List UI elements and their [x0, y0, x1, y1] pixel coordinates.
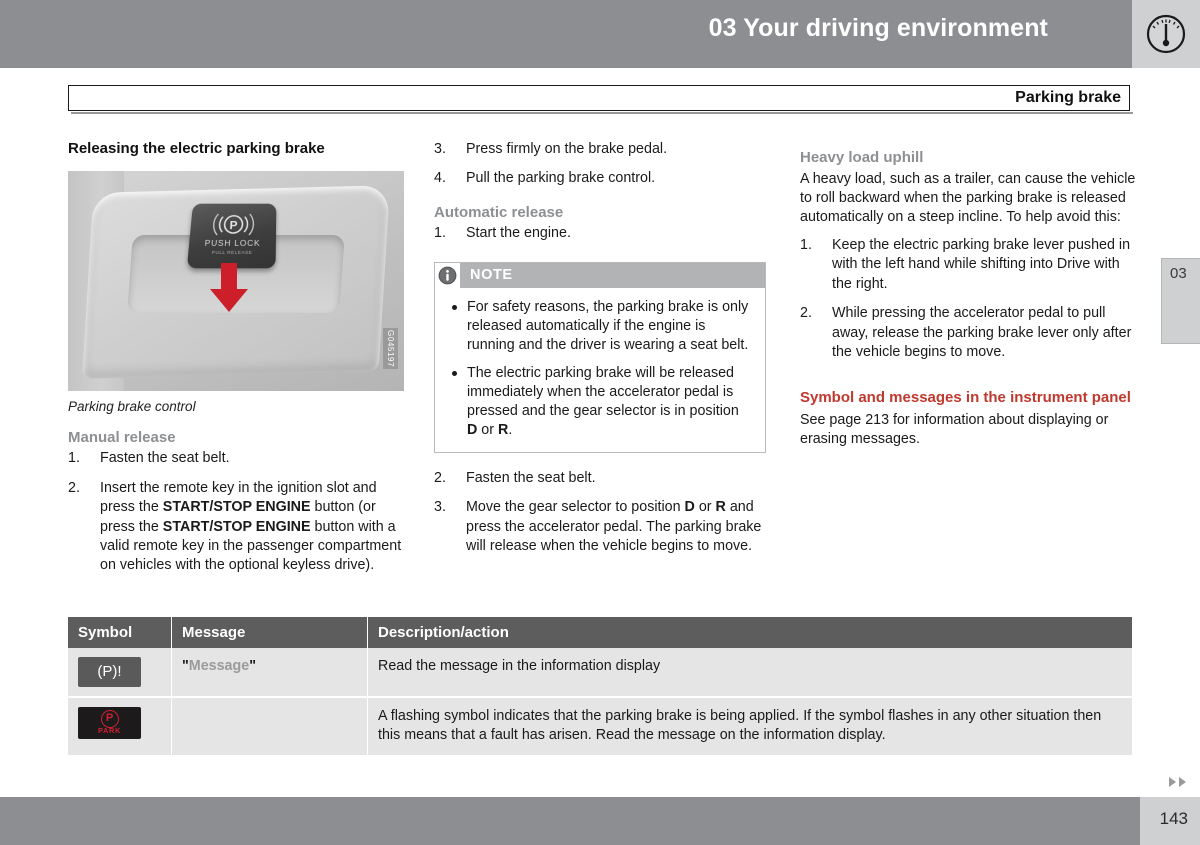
- list-item-text: Fasten the seat belt.: [100, 450, 230, 467]
- list-item-number: 2.: [68, 479, 80, 496]
- red-down-arrow-icon: [210, 262, 248, 312]
- triangle-right-icon: [1169, 777, 1176, 787]
- page-header: 03 Your driving environment: [0, 0, 1200, 68]
- footer-page-box: 143: [1140, 797, 1200, 845]
- manual-release-list: 1. Fasten the seat belt. 2. Insert the r…: [68, 449, 404, 576]
- table-cell-message: "Message": [171, 648, 368, 698]
- figure-image-id: G045197: [383, 327, 398, 369]
- list-item-number: 1.: [68, 450, 80, 467]
- list-item-number: 3.: [434, 141, 446, 157]
- quote-close: ": [249, 658, 256, 674]
- p-bang-symbol-icon: (P)!: [78, 657, 141, 687]
- quote-open: ": [182, 658, 189, 674]
- table-cell-symbol: (P)!: [68, 648, 172, 698]
- message-word: Message: [188, 658, 250, 674]
- table-cell-message: [171, 697, 368, 757]
- info-icon: [435, 262, 460, 288]
- note-bullet-text: For safety reasons, the parking brake is…: [467, 298, 749, 353]
- right-column: Heavy load uphill A heavy load, such as …: [800, 140, 1136, 458]
- note-box-header: NOTE: [435, 262, 765, 288]
- chapter-tab-label: 03: [1170, 265, 1187, 282]
- table-cell-description: Read the message in the information disp…: [367, 648, 1132, 698]
- table-row: P PARK A flashing symbol indicates that …: [68, 697, 1132, 757]
- table-cell-description: A flashing symbol indicates that the par…: [367, 697, 1132, 757]
- message-value: "Message": [182, 658, 256, 674]
- list-item: 2. Insert the remote key in the ignition…: [68, 479, 404, 576]
- chapter-tab[interactable]: 03: [1161, 258, 1200, 344]
- automatic-release-list-bottom: 2. Fasten the seat belt. 3. Move the gea…: [434, 469, 770, 557]
- page-number: 143: [1159, 809, 1188, 828]
- list-item-text: Pull the parking brake control.: [466, 170, 656, 187]
- table-header-description: Description/action: [367, 617, 1132, 648]
- table-header-row: Symbol Message Description/action: [68, 617, 1132, 648]
- list-item: The electric parking brake will be relea…: [447, 364, 751, 439]
- list-item: 3. Press firmly on the brake pedal.: [434, 140, 770, 159]
- heavy-load-heading: Heavy load uphill: [800, 149, 924, 166]
- table-header-symbol: Symbol: [68, 617, 172, 648]
- left-section-heading: Releasing the electric parking brake: [68, 140, 325, 157]
- table-row: (P)! "Message" Read the message in the i…: [68, 648, 1132, 698]
- symbol-message-table: Symbol Message Description/action (P)! "…: [68, 617, 1132, 757]
- table-cell-symbol: P PARK: [68, 697, 172, 757]
- manual-release-continued-list: 3. Press firmly on the brake pedal. 4. P…: [434, 140, 770, 189]
- list-item-number: 2.: [434, 469, 446, 486]
- section-title-bar: Parking brake: [68, 85, 1130, 111]
- list-item-number: 3.: [434, 499, 446, 516]
- list-item-text: Keep the electric parking brake lever pu…: [832, 236, 1131, 292]
- heavy-load-paragraph: A heavy load, such as a trailer, can cau…: [800, 170, 1136, 226]
- symbol-messages-heading: Symbol and messages in the instrument pa…: [800, 389, 1131, 407]
- parking-brake-button: P PUSH LOCK PULL RELEASE: [186, 203, 277, 269]
- section-title: Parking brake: [1015, 89, 1121, 106]
- list-item-text: Insert the remote key in the ignition sl…: [100, 479, 402, 574]
- triangle-right-icon: [1179, 777, 1186, 787]
- middle-column: 3. Press firmly on the brake pedal. 4. P…: [434, 140, 770, 557]
- park-symbol-icon: P PARK: [78, 707, 141, 739]
- list-item: 2. Fasten the seat belt.: [434, 469, 770, 488]
- manual-release-heading: Manual release: [68, 428, 176, 446]
- list-item: 2. While pressing the accelerator pedal …: [800, 304, 1136, 362]
- list-item-text: Start the engine.: [466, 225, 571, 242]
- brake-pull-release-label: PULL RELEASE: [211, 249, 253, 255]
- list-item: 4. Pull the parking brake control.: [434, 169, 770, 188]
- svg-text:P: P: [229, 219, 238, 232]
- section-title-bar-shadow: [71, 112, 1133, 114]
- figure-caption: Parking brake control: [68, 398, 196, 414]
- list-item: 1. Fasten the seat belt.: [68, 449, 404, 468]
- left-column: Releasing the electric parking brake P P…: [68, 140, 404, 576]
- park-sublabel: PARK: [97, 725, 122, 735]
- list-item-text: Move the gear selector to position D or …: [466, 499, 762, 555]
- gauge-icon: [1146, 14, 1186, 54]
- list-item-text: Fasten the seat belt.: [466, 469, 596, 486]
- brake-push-lock-label: PUSH LOCK: [204, 237, 261, 248]
- list-item: For safety reasons, the parking brake is…: [447, 298, 751, 355]
- automatic-release-heading: Automatic release: [434, 203, 564, 221]
- list-item: 1. Keep the electric parking brake lever…: [800, 236, 1136, 294]
- list-item-text: While pressing the accelerator pedal to …: [832, 305, 1132, 360]
- list-item-number: 4.: [434, 170, 446, 187]
- list-item-text: Press firmly on the brake pedal.: [466, 141, 668, 157]
- heavy-load-list: 1. Keep the electric parking brake lever…: [800, 236, 1136, 363]
- header-icon-box: [1132, 0, 1200, 68]
- table-header-message: Message: [171, 617, 368, 648]
- list-item: 1. Start the engine.: [434, 224, 770, 243]
- note-box: NOTE For safety reasons, the parking bra…: [434, 261, 766, 453]
- list-item-number: 2.: [800, 305, 812, 322]
- automatic-release-list-top: 1. Start the engine.: [434, 224, 770, 243]
- symbol-messages-paragraph: See page 213 for information about displ…: [800, 411, 1109, 448]
- page-title: 03 Your driving environment: [708, 14, 1048, 42]
- note-bullet-text: The electric parking brake will be relea…: [467, 365, 739, 438]
- parking-brake-photo: P PUSH LOCK PULL RELEASE G045197: [68, 170, 404, 391]
- footer-bar: [0, 797, 1140, 845]
- list-item-number: 1.: [800, 236, 812, 253]
- list-item: 3. Move the gear selector to position D …: [434, 498, 770, 556]
- footer-arrows: [1169, 777, 1186, 787]
- list-item-number: 1.: [434, 225, 446, 242]
- note-bullet-list: For safety reasons, the parking brake is…: [435, 288, 765, 452]
- note-box-title: NOTE: [470, 267, 513, 284]
